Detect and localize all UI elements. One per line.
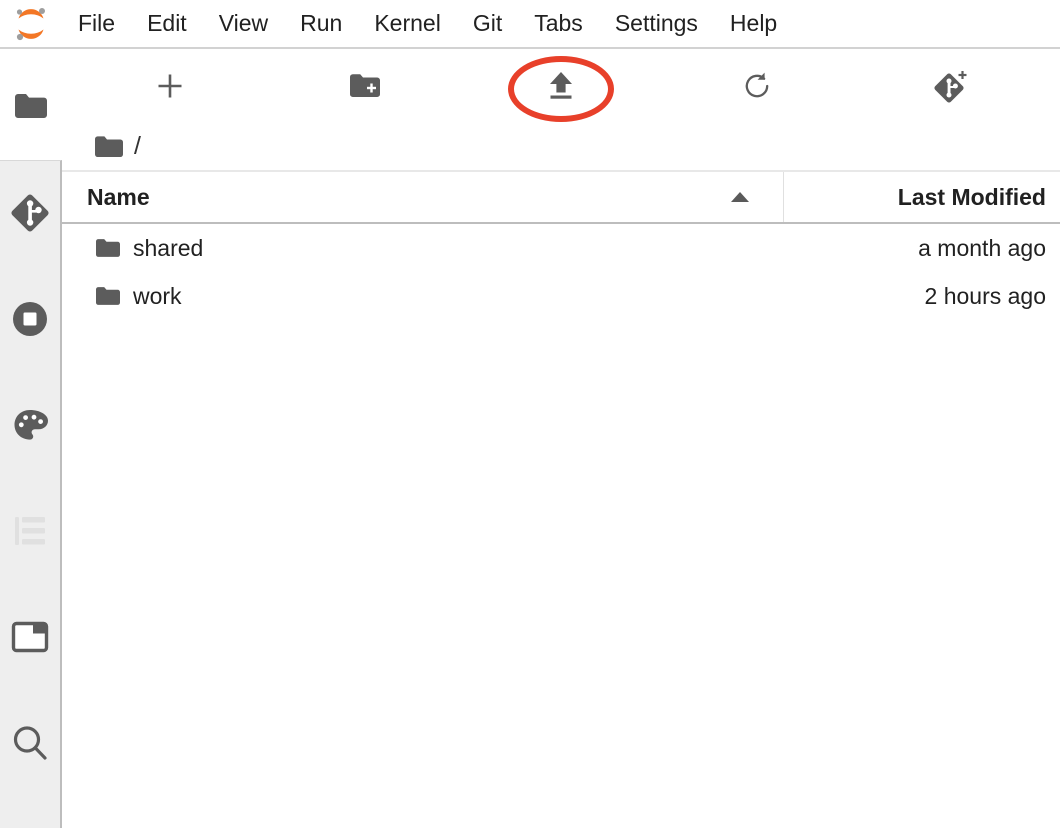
menu-item-file[interactable]: File (62, 0, 131, 48)
window-icon (11, 621, 49, 653)
file-list: shared a month ago work 2 hours ago (62, 224, 1060, 320)
menu-item-kernel[interactable]: Kernel (358, 0, 456, 48)
new-launcher-button[interactable] (147, 63, 193, 109)
upload-files-button[interactable] (538, 63, 584, 109)
git-clone-button[interactable] (928, 63, 974, 109)
file-name-cell: work (62, 283, 784, 310)
search-icon (13, 726, 47, 760)
jupyter-logo-icon (16, 7, 45, 40)
table-row[interactable]: work 2 hours ago (62, 272, 1060, 320)
file-last-modified: a month ago (918, 234, 1046, 261)
sidebar-item-running[interactable] (0, 288, 60, 350)
file-name-label: work (133, 282, 182, 309)
refresh-icon (745, 72, 769, 98)
refresh-file-list-button[interactable] (734, 63, 780, 109)
breadcrumb-root-folder[interactable] (94, 135, 124, 159)
menu-item-tabs[interactable]: Tabs (518, 0, 599, 48)
menu-item-run[interactable]: Run (284, 0, 358, 48)
file-list-header: Name Last Modified (62, 172, 1060, 224)
sidebar-item-file-browser[interactable] (0, 75, 62, 137)
menu-item-git[interactable]: Git (457, 0, 518, 48)
sidebar-item-extension-manager[interactable] (0, 394, 60, 456)
file-last-modified: 2 hours ago (924, 282, 1046, 309)
plus-icon (158, 74, 182, 98)
upload-icon (550, 72, 572, 99)
menu-item-settings[interactable]: Settings (599, 0, 714, 48)
breadcrumb: / (62, 123, 1060, 172)
toc-icon (15, 517, 45, 545)
column-header-last-modified[interactable]: Last Modified (784, 172, 1060, 222)
folder-icon (15, 94, 47, 118)
sort-ascending-icon (731, 192, 749, 202)
stop-square-icon (13, 302, 47, 336)
column-header-name-label: Name (87, 183, 150, 210)
sidebar-item-git[interactable] (0, 182, 60, 244)
column-header-name[interactable]: Name (62, 172, 784, 222)
menu-bar: File Edit View Run Kernel Git Tabs Setti… (0, 0, 1060, 49)
file-browser-panel: / Name Last Modified shared a month ago (62, 49, 1060, 828)
git-icon (11, 194, 49, 232)
file-browser-toolbar (62, 49, 1060, 123)
new-folder-button[interactable] (342, 63, 388, 109)
table-row[interactable]: shared a month ago (62, 224, 1060, 272)
palette-icon (14, 410, 48, 440)
column-header-last-modified-label: Last Modified (897, 183, 1046, 210)
file-name-cell: shared (62, 235, 784, 262)
folder-icon (95, 135, 123, 157)
activity-sidebar (0, 160, 62, 828)
jupyter-logo[interactable] (0, 0, 62, 48)
sidebar-item-open-tabs[interactable] (0, 606, 60, 668)
menu-item-view[interactable]: View (203, 0, 284, 48)
menu-item-list: File Edit View Run Kernel Git Tabs Setti… (62, 0, 793, 48)
sidebar-item-table-of-contents[interactable] (0, 500, 60, 562)
breadcrumb-separator: / (134, 132, 141, 160)
folder-icon (95, 286, 121, 307)
folder-plus-icon (350, 73, 380, 97)
menu-item-edit[interactable]: Edit (131, 0, 203, 48)
menu-item-help[interactable]: Help (714, 0, 793, 48)
folder-icon (95, 238, 121, 259)
git-clone-icon (934, 71, 967, 103)
sidebar-item-search[interactable] (0, 712, 60, 774)
file-name-label: shared (133, 234, 204, 261)
